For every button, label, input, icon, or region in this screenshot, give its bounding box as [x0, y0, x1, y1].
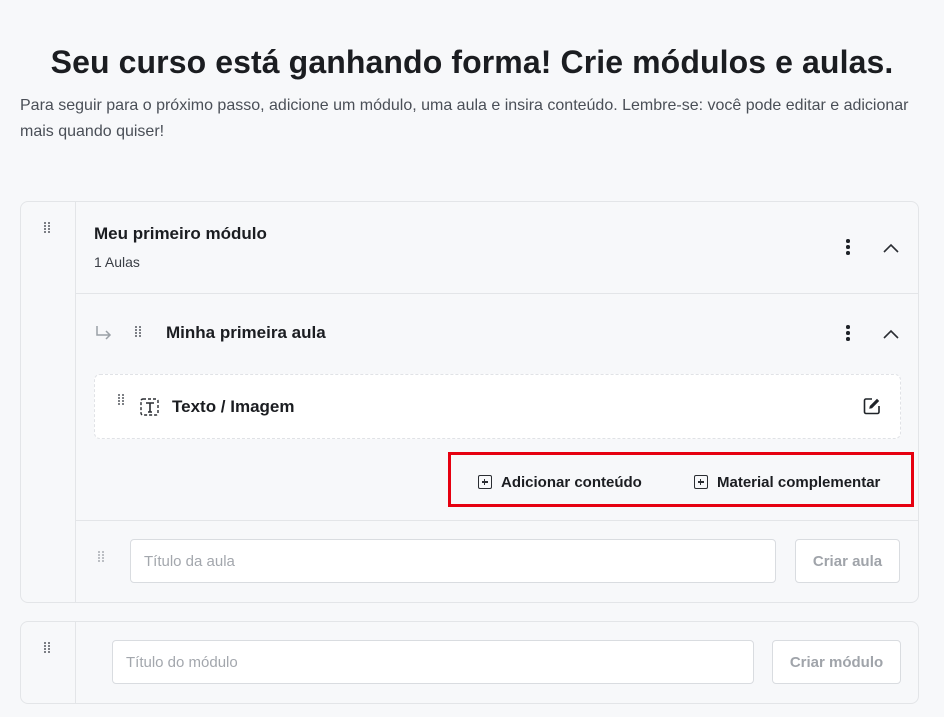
drag-handle-icon[interactable] [118, 394, 124, 405]
sub-item-arrow-icon [96, 326, 112, 340]
plus-square-icon [478, 475, 492, 489]
content-item[interactable]: Texto / Imagem [94, 374, 901, 439]
highlight-box: Adicionar conteúdo Material complementar [448, 452, 914, 507]
create-module-button[interactable]: Criar módulo [772, 640, 901, 684]
content-item-label: Texto / Imagem [172, 397, 295, 416]
drag-handle-icon[interactable] [44, 642, 50, 653]
lesson-more-options-icon[interactable] [843, 325, 853, 341]
drag-handle-icon[interactable] [135, 326, 141, 337]
edit-icon[interactable] [863, 397, 881, 415]
page-title: Seu curso está ganhando forma! Crie módu… [50, 44, 894, 80]
module-lesson-count: 1 Aulas [94, 254, 140, 270]
create-lesson-button[interactable]: Criar aula [795, 539, 900, 583]
module-more-options-icon[interactable] [843, 239, 853, 255]
divider [75, 202, 76, 602]
divider [76, 293, 918, 294]
divider [75, 622, 76, 703]
add-content-label: Adicionar conteúdo [501, 473, 642, 491]
chevron-up-icon[interactable] [881, 327, 901, 341]
page-subtitle: Para seguir para o próximo passo, adicio… [20, 97, 909, 140]
drag-handle-icon [98, 551, 104, 562]
chevron-up-icon[interactable] [881, 241, 901, 255]
text-image-icon [140, 398, 159, 416]
plus-square-icon [694, 475, 708, 489]
lesson-title[interactable]: Minha primeira aula [166, 323, 326, 343]
supplementary-material-button[interactable]: Material complementar [694, 472, 880, 492]
new-module-card: Criar módulo [20, 621, 919, 704]
supplementary-material-label: Material complementar [717, 473, 881, 491]
drag-handle-icon[interactable] [44, 222, 50, 233]
module-card: Meu primeiro módulo 1 Aulas Minha primei… [20, 201, 919, 603]
add-content-button[interactable]: Adicionar conteúdo [478, 472, 642, 492]
divider [76, 520, 918, 521]
module-title-input[interactable] [112, 640, 754, 684]
lesson-title-input[interactable] [130, 539, 776, 583]
module-title[interactable]: Meu primeiro módulo [94, 224, 267, 244]
